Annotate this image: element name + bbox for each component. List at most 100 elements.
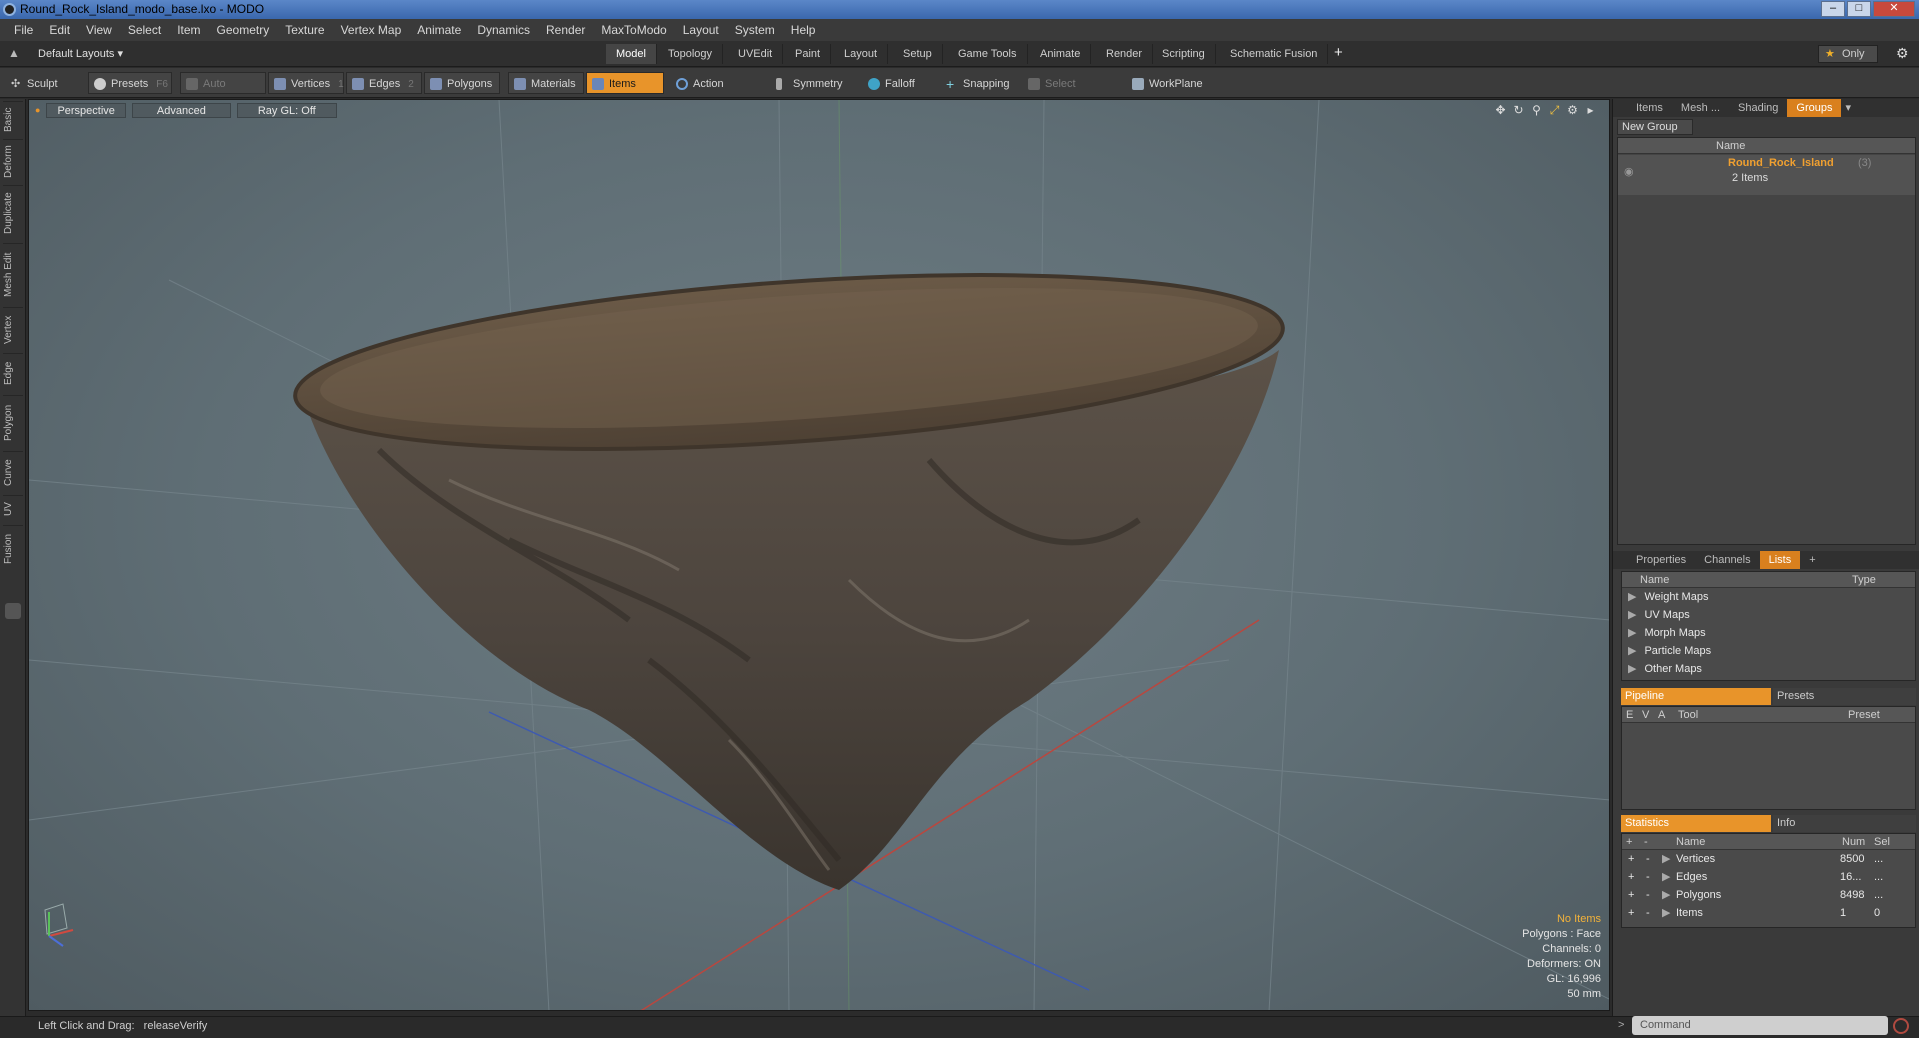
tab-mesh-edit[interactable]: Mesh Edit (3, 243, 23, 305)
menu-texture[interactable]: Texture (277, 23, 332, 37)
deformers-label: Deformers: ON (1527, 958, 1601, 970)
tabs-menu-icon[interactable]: ▾ (1841, 99, 1855, 117)
tab-model[interactable]: Model (606, 44, 657, 64)
tab-schematic-fusion[interactable]: Schematic Fusion (1220, 44, 1329, 64)
tab-uvedit[interactable]: UVEdit (728, 44, 784, 64)
auto-select-button[interactable]: Auto Select (180, 72, 266, 112)
tab-groups[interactable]: Groups (1787, 99, 1842, 117)
stats-row[interactable]: + - ▶ Vertices 8500 ... (1622, 850, 1915, 868)
tab-render[interactable]: Render (1096, 44, 1154, 64)
menu-edit[interactable]: Edit (41, 23, 78, 37)
fit-view-icon[interactable]: ⤢ (1548, 104, 1561, 117)
tab-animate[interactable]: Animate (1030, 44, 1092, 64)
menu-maxtomodo[interactable]: MaxToModo (593, 23, 674, 37)
rotate-view-icon[interactable]: ↻ (1512, 104, 1525, 117)
tab-channels[interactable]: Channels (1695, 551, 1759, 569)
add-tab-button[interactable]: + (1334, 44, 1343, 61)
group-row[interactable]: ◉ Round_Rock_Island (3) 2 Items (1618, 155, 1915, 195)
layout-toggle-icon[interactable]: ▲ (8, 46, 20, 60)
viewport-arrow-icon[interactable]: ▸ (1584, 104, 1597, 117)
tab-properties[interactable]: Properties (1627, 551, 1695, 569)
tab-game-tools[interactable]: Game Tools (948, 44, 1028, 64)
symmetry-button[interactable]: Symmetry (770, 72, 854, 94)
expand-all-button[interactable]: + (1626, 836, 1632, 848)
tab-shading[interactable]: Shading (1729, 99, 1787, 117)
tab-presets[interactable]: Presets (1773, 688, 1916, 705)
tab-topology[interactable]: Topology (658, 44, 724, 64)
menu-dynamics[interactable]: Dynamics (469, 23, 538, 37)
3d-viewport[interactable]: ● Perspective Advanced Ray GL: Off ✥ ↻ ⚲… (28, 99, 1610, 1011)
tab-paint[interactable]: Paint (785, 44, 832, 64)
gear-icon[interactable]: ⚙ (1896, 45, 1909, 62)
tab-scripting[interactable]: Scripting (1152, 44, 1216, 64)
menu-geometry[interactable]: Geometry (209, 23, 278, 37)
list-item[interactable]: ▶ Particle Maps (1622, 642, 1915, 660)
move-view-icon[interactable]: ✥ (1494, 104, 1507, 117)
minimize-button[interactable]: – (1821, 1, 1845, 17)
menu-vertex-map[interactable]: Vertex Map (333, 23, 410, 37)
zoom-view-icon[interactable]: ⚲ (1530, 104, 1543, 117)
gl-count-label: GL: 16,996 (1546, 973, 1601, 985)
stats-row[interactable]: + - ▶ Edges 16... ... (1622, 868, 1915, 886)
tab-polygon[interactable]: Polygon (3, 395, 23, 449)
falloff-button[interactable]: Falloff (862, 72, 934, 94)
tab-mesh[interactable]: Mesh ... (1672, 99, 1729, 117)
only-toggle[interactable]: ★ Only (1818, 45, 1878, 63)
menu-layout[interactable]: Layout (675, 23, 727, 37)
new-group-button[interactable]: New Group (1617, 119, 1693, 135)
menu-select[interactable]: Select (120, 23, 169, 37)
visibility-eye-icon[interactable]: ◉ (1624, 165, 1634, 178)
tab-lists[interactable]: Lists (1759, 551, 1801, 569)
tab-info[interactable]: Info (1773, 815, 1916, 832)
list-item[interactable]: ▶ Other Maps (1622, 660, 1915, 678)
perspective-dropdown[interactable]: Perspective (46, 103, 126, 118)
tab-pipeline[interactable]: Pipeline (1621, 688, 1771, 705)
layout-selector[interactable]: Default Layouts ▾ (38, 47, 123, 60)
tab-setup[interactable]: Setup (893, 44, 943, 64)
close-button[interactable]: ✕ (1873, 1, 1915, 17)
tab-fusion[interactable]: Fusion (3, 525, 23, 571)
list-item[interactable]: ▶ UV Maps (1622, 606, 1915, 624)
edges-button[interactable]: Edges 2 (346, 72, 422, 94)
menu-system[interactable]: System (727, 23, 783, 37)
menu-animate[interactable]: Animate (409, 23, 469, 37)
tab-edge[interactable]: Edge (3, 353, 23, 393)
record-icon[interactable] (1893, 1018, 1909, 1034)
menu-file[interactable]: File (6, 23, 41, 37)
vertices-button[interactable]: Vertices 1 (268, 72, 344, 94)
maximize-button[interactable]: □ (1847, 1, 1871, 17)
tab-layout[interactable]: Layout (834, 44, 889, 64)
tab-curve[interactable]: Curve (3, 451, 23, 493)
raygl-dropdown[interactable]: Ray GL: Off (236, 103, 337, 118)
workplane-button[interactable]: WorkPlane (1126, 72, 1210, 94)
tab-items[interactable]: Items (1627, 99, 1672, 117)
add-panel-tab-button[interactable]: + (1800, 551, 1824, 569)
stats-row[interactable]: + - ▶ Polygons 8498 ... (1622, 886, 1915, 904)
presets-button[interactable]: Presets F6 (88, 72, 172, 94)
items-button[interactable]: Items (586, 72, 664, 94)
advanced-dropdown[interactable]: Advanced (131, 103, 231, 118)
tab-vertex[interactable]: Vertex (3, 307, 23, 351)
list-item[interactable]: ▶ Morph Maps (1622, 624, 1915, 642)
polygons-button[interactable]: Polygons (424, 72, 500, 94)
materials-button[interactable]: Materials (508, 72, 584, 94)
menu-render[interactable]: Render (538, 23, 593, 37)
list-item[interactable]: ▶ Weight Maps (1622, 588, 1915, 606)
command-input[interactable]: Command (1632, 1016, 1888, 1035)
tab-duplicate[interactable]: Duplicate (3, 185, 23, 241)
tab-uv[interactable]: UV (3, 495, 23, 523)
stats-row[interactable]: + - ▶ Items 1 0 (1622, 904, 1915, 922)
action-center-button[interactable]: Action Center (670, 72, 766, 112)
tab-basic[interactable]: Basic (3, 101, 23, 137)
tab-statistics[interactable]: Statistics (1621, 815, 1771, 832)
sculpt-button[interactable]: ✣ Sculpt (4, 72, 86, 94)
viewport-gear-icon[interactable]: ⚙ (1566, 104, 1579, 117)
snapping-button[interactable]: + Snapping (940, 72, 1016, 94)
menu-view[interactable]: View (78, 23, 120, 37)
tabs-toggle-button[interactable] (5, 603, 21, 619)
collapse-all-button[interactable]: - (1644, 834, 1648, 850)
menu-item[interactable]: Item (169, 23, 208, 37)
select-through-button[interactable]: Select Through (1022, 72, 1118, 112)
tab-deform[interactable]: Deform (3, 139, 23, 183)
menu-help[interactable]: Help (783, 23, 824, 37)
